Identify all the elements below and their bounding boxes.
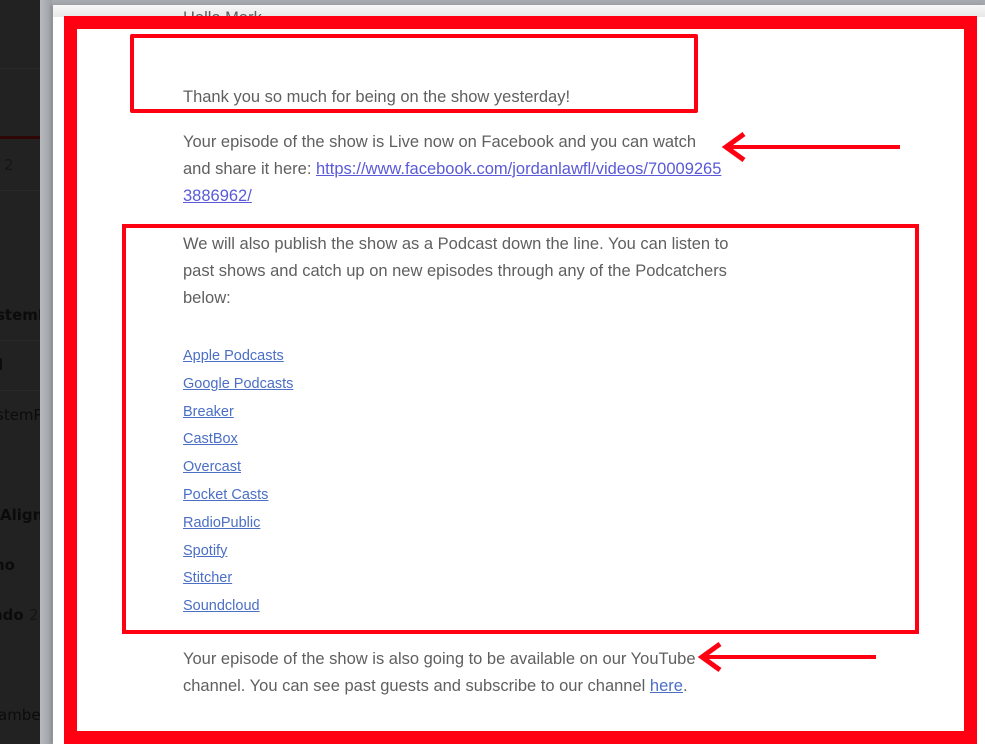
annotation-podcast-frame (122, 224, 919, 634)
sidebar-item[interactable]: ambe (0, 706, 41, 724)
sidebar-item[interactable]: stemI (0, 306, 42, 324)
sidebar-item[interactable]: l (0, 356, 3, 374)
sidebar-divider (0, 340, 42, 341)
sidebar-item[interactable]: stemP (0, 406, 42, 424)
sidebar-divider (0, 390, 42, 391)
sidebar: 2 stemI l stemP Align no ndo 2 ambe (0, 0, 42, 744)
sidebar-item-count: 2 (28, 606, 39, 624)
sidebar-item[interactable]: Align (0, 506, 42, 524)
annotation-arrow-facebook-icon (721, 131, 900, 163)
sidebar-item-label: ndo (0, 606, 24, 624)
sidebar-active-divider (0, 136, 42, 139)
sidebar-divider (0, 190, 42, 191)
annotation-arrow-youtube-icon (697, 641, 876, 673)
sidebar-divider (0, 68, 42, 69)
sidebar-item[interactable]: no (0, 556, 15, 574)
sidebar-item[interactable]: ndo 2 (0, 606, 39, 624)
backdrop-shadow (40, 0, 52, 744)
sidebar-item-count[interactable]: 2 (4, 156, 14, 174)
annotation-greeting-frame (130, 34, 698, 113)
